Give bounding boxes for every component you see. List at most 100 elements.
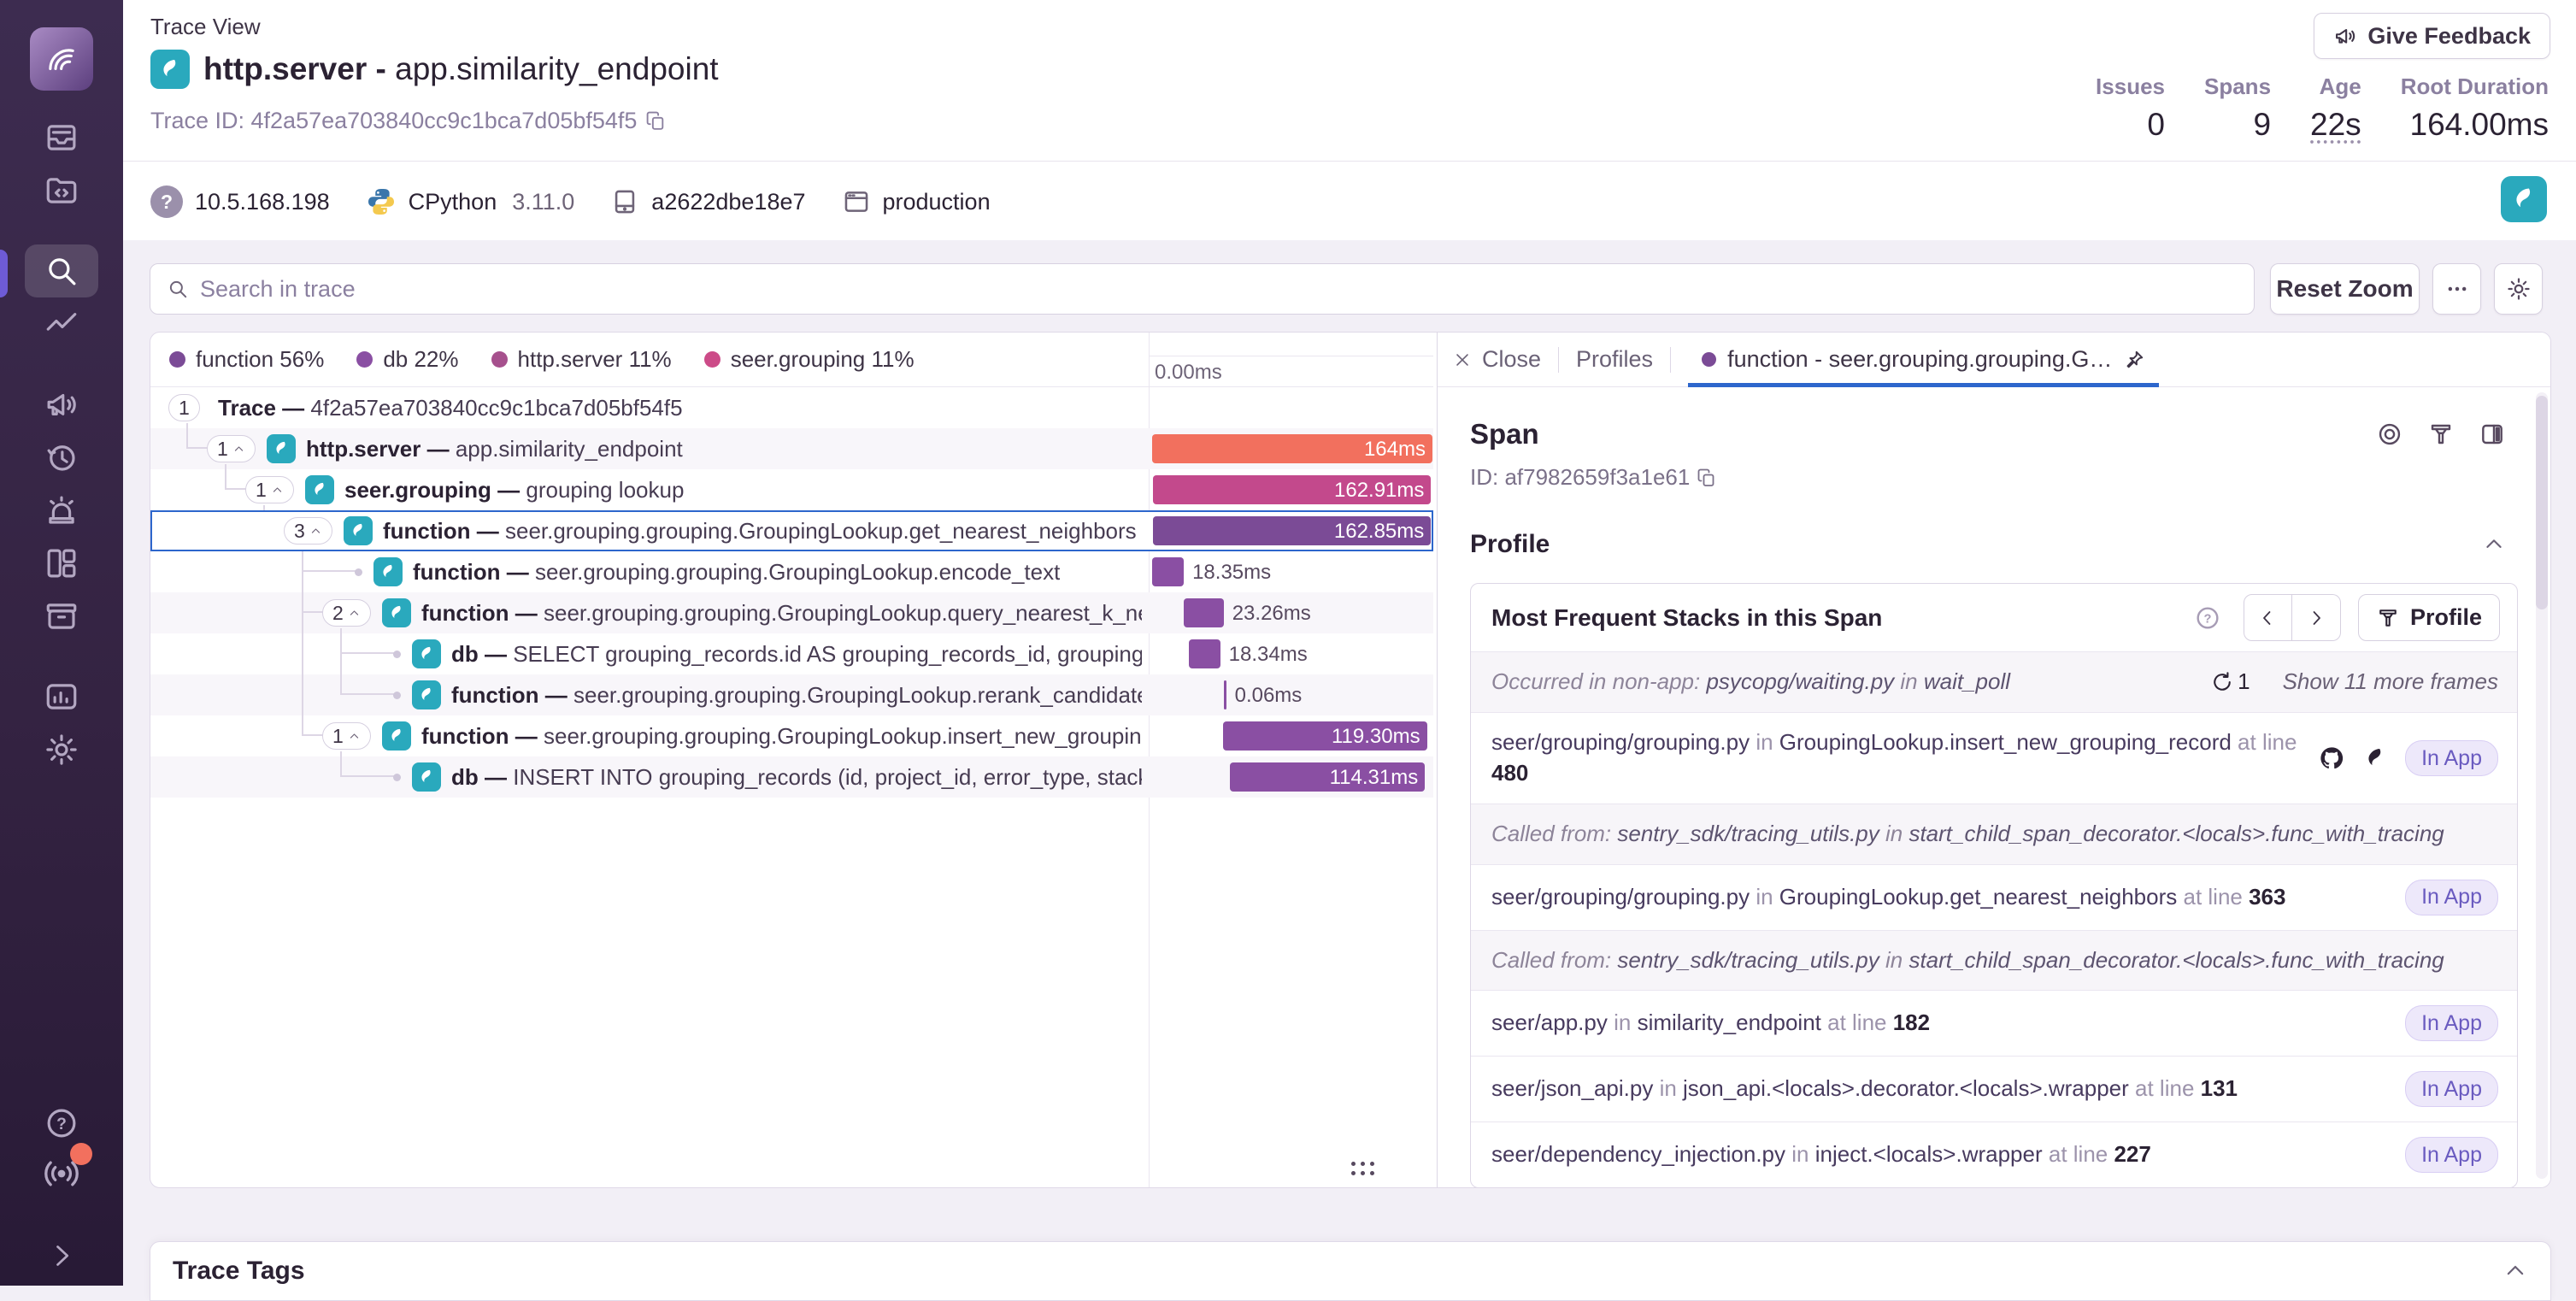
copy-icon[interactable] xyxy=(1697,468,1717,488)
sidebar-item-pulse[interactable] xyxy=(25,297,98,350)
settings-icon xyxy=(44,732,79,768)
more-options-button[interactable] xyxy=(2432,263,2481,315)
search-input[interactable] xyxy=(150,263,2255,315)
tree-connector xyxy=(186,423,188,449)
pin-icon[interactable] xyxy=(2123,349,2145,371)
sidebar-item-megaphone[interactable] xyxy=(25,378,98,431)
span-count-chip[interactable]: 3 xyxy=(284,517,332,545)
duration-bar[interactable]: 162.91ms xyxy=(1153,475,1432,504)
sidebar-item-issues[interactable] xyxy=(25,111,98,164)
frame-line-number: 363 xyxy=(2249,884,2285,910)
sidebar-item-alerts[interactable] xyxy=(25,484,98,537)
sentry-logo[interactable] xyxy=(30,27,93,91)
help-icon[interactable] xyxy=(2194,604,2221,632)
issues-icon xyxy=(44,120,79,156)
span-tree-row[interactable]: db — INSERT INTO grouping_records (id, p… xyxy=(150,756,1433,798)
seer-span-icon xyxy=(373,557,403,586)
seer-logo-tile[interactable] xyxy=(2501,176,2547,222)
next-stack-button[interactable] xyxy=(2292,594,2341,641)
frame-line-number: 131 xyxy=(2201,1075,2238,1101)
duration-bar[interactable]: 119.30ms xyxy=(1223,721,1427,751)
prev-stack-button[interactable] xyxy=(2244,594,2292,641)
open-profile-button[interactable]: Profile xyxy=(2358,594,2500,641)
github-icon[interactable] xyxy=(2318,745,2345,772)
search-icon xyxy=(44,253,79,289)
legend-dot xyxy=(491,351,508,368)
frame-function: json_api.<locals>.decorator.<locals>.wra… xyxy=(1683,1075,2129,1101)
sidebar-item-settings[interactable] xyxy=(25,723,98,776)
trace-tags-panel[interactable]: Trace Tags xyxy=(150,1241,2551,1301)
sidebar-expand-button[interactable] xyxy=(0,1240,123,1271)
stat-value[interactable]: 22s xyxy=(2310,107,2361,143)
collapse-chevron-icon[interactable] xyxy=(2502,1258,2528,1284)
span-tree-row[interactable]: function — seer.grouping.grouping.Groupi… xyxy=(150,551,1433,592)
focus-span-icon[interactable] xyxy=(2376,421,2403,448)
stack-frame-row[interactable]: seer/app.py in similarity_endpoint at li… xyxy=(1471,990,2517,1056)
sidebar-item-replays[interactable] xyxy=(25,431,98,484)
frame-line-number: 480 xyxy=(1491,760,1528,786)
sidebar-item-whats-new[interactable] xyxy=(0,1155,123,1192)
drawer-scrollbar-thumb[interactable] xyxy=(2536,396,2548,609)
collapse-chevron-icon[interactable] xyxy=(2482,533,2506,556)
ops-breakdown-legend: function 56%db 22%http.server 11%seer.gr… xyxy=(150,333,1149,387)
duration-bar[interactable]: 162.85ms xyxy=(1153,516,1432,545)
span-count-chip[interactable]: 1 xyxy=(245,476,294,503)
frame-infix: in xyxy=(1608,1010,1638,1035)
sidebar-item-stats[interactable] xyxy=(25,670,98,723)
profile-funnel-icon[interactable] xyxy=(2427,421,2455,448)
duration-bar[interactable]: 23.26ms xyxy=(1184,598,1224,627)
span-tree-row[interactable]: 1Trace — 4f2a57ea703840cc9c1bca7d05bf54f… xyxy=(150,387,1433,428)
sidebar-item-projects[interactable] xyxy=(25,164,98,217)
sidebar-item-dashboards[interactable] xyxy=(25,537,98,590)
span-count-chip[interactable]: 1 xyxy=(168,394,200,421)
stack-frame-row[interactable]: seer/json_api.py in json_api.<locals>.de… xyxy=(1471,1056,2517,1121)
span-tree-row[interactable]: 1function — seer.grouping.grouping.Group… xyxy=(150,715,1433,756)
duration-bar[interactable]: 18.35ms xyxy=(1152,557,1184,586)
span-tree-row[interactable]: 3function — seer.grouping.grouping.Group… xyxy=(150,510,1433,551)
close-drawer-tab[interactable]: Close xyxy=(1453,346,1541,373)
trace-settings-button[interactable] xyxy=(2494,263,2543,315)
frame-path: seer/grouping/grouping.py xyxy=(1491,884,1750,910)
show-more-frames-link[interactable]: Show 11 more frames xyxy=(2283,667,2498,698)
seer-span-icon xyxy=(412,680,441,709)
refresh-icon xyxy=(2210,670,2234,694)
profile-section-header[interactable]: Profile xyxy=(1470,530,2518,559)
span-row-label: function — seer.grouping.grouping.Groupi… xyxy=(451,682,1142,709)
megaphone-icon xyxy=(2333,24,2357,48)
duration-label: 162.91ms xyxy=(1334,479,1424,503)
seer-icon[interactable] xyxy=(2362,745,2388,771)
span-tree-row[interactable]: db — SELECT grouping_records.id AS group… xyxy=(150,633,1433,674)
archive-icon xyxy=(44,598,79,634)
stack-frame-row[interactable]: seer/dependency_injection.py in inject.<… xyxy=(1471,1121,2517,1187)
sidebar-item-search[interactable] xyxy=(25,244,98,297)
span-count-chip[interactable]: 1 xyxy=(207,435,256,462)
panel-resize-handle[interactable] xyxy=(1351,1162,1379,1180)
stack-context-row: Occurred in non-app: psycopg/waiting.py … xyxy=(1471,651,2517,712)
stack-frame-row[interactable]: seer/grouping/grouping.py in GroupingLoo… xyxy=(1471,864,2517,930)
span-tree-row[interactable]: 2function — seer.grouping.grouping.Group… xyxy=(150,592,1433,633)
reset-zoom-button[interactable]: Reset Zoom xyxy=(2270,263,2420,315)
sidebar-item-archive[interactable] xyxy=(25,590,98,643)
sidebar-item-help[interactable] xyxy=(0,1105,123,1141)
chip-count: 3 xyxy=(294,520,305,543)
stack-row-actions: In App xyxy=(2318,740,2498,776)
span-tree-row[interactable]: function — seer.grouping.grouping.Groupi… xyxy=(150,674,1433,715)
give-feedback-button[interactable]: Give Feedback xyxy=(2314,13,2550,59)
tab-span-active[interactable]: function - seer.grouping.grouping.G… xyxy=(1688,333,2159,386)
span-tree-row[interactable]: 1seer.grouping — grouping lookup162.91ms xyxy=(150,469,1433,510)
duration-bar[interactable]: 114.31ms xyxy=(1230,762,1426,792)
span-tree-row[interactable]: 1http.server — app.similarity_endpoint16… xyxy=(150,428,1433,469)
copy-icon[interactable] xyxy=(645,110,667,132)
span-count-chip[interactable]: 1 xyxy=(322,722,371,750)
stack-frame-row[interactable]: seer/grouping/grouping.py in GroupingLoo… xyxy=(1471,712,2517,804)
duration-bar[interactable]: 18.34ms xyxy=(1189,639,1220,668)
layout-split-icon[interactable] xyxy=(2479,421,2506,448)
duration-bar[interactable]: 164ms xyxy=(1152,434,1432,463)
span-count-chip[interactable]: 2 xyxy=(322,599,371,627)
tab-profiles[interactable]: Profiles xyxy=(1576,346,1653,373)
frame-infix: in xyxy=(1653,1075,1683,1101)
gear-icon xyxy=(2506,276,2532,302)
duration-bar[interactable]: 0.06ms xyxy=(1224,680,1226,709)
context-prefix: Called from: xyxy=(1491,821,1617,846)
trace-panel: function 56%db 22%http.server 11%seer.gr… xyxy=(150,332,2551,1188)
